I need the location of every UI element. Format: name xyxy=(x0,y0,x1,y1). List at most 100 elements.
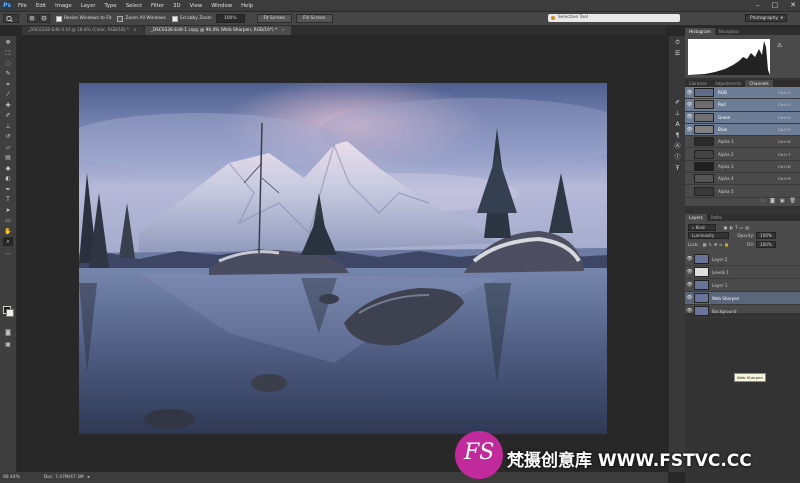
menu-layer[interactable]: Layer xyxy=(81,3,96,9)
channel-row[interactable]: 👁 RGB Ctrl+2 xyxy=(685,87,800,100)
document-tab-active[interactable]: _DSC0336-Edit-1 copy @ 90.4% (Web Sharpe… xyxy=(144,26,291,35)
visibility-eye-icon[interactable]: 👁 xyxy=(685,308,694,314)
brush-tool-icon[interactable]: ✐ xyxy=(3,111,13,120)
blend-mode-select[interactable]: Luminosity xyxy=(688,232,730,239)
menu-type[interactable]: Type xyxy=(105,3,117,9)
paragraph-panel-icon[interactable]: ¶ xyxy=(673,131,683,140)
channel-row[interactable]: Alpha 1 Ctrl+6 xyxy=(685,136,800,149)
lasso-tool-icon[interactable]: ◌ xyxy=(3,59,13,68)
search-tool-field[interactable]: Selective Tool xyxy=(548,14,680,22)
fit-screen-button[interactable]: Fit Screen xyxy=(256,14,293,23)
tool-presets-icon[interactable]: Ŧ xyxy=(673,164,683,173)
visibility-eye-icon[interactable]: 👁 xyxy=(685,90,694,96)
fill-input[interactable]: 100% xyxy=(756,241,776,248)
menu-file[interactable]: File xyxy=(18,3,27,9)
quick-select-tool-icon[interactable]: ✎ xyxy=(3,69,13,78)
clone-stamp-tool-icon[interactable]: ⊥ xyxy=(3,122,13,131)
zoom-level-status[interactable]: 90.44% xyxy=(3,475,20,480)
menu-help[interactable]: Help xyxy=(241,3,253,9)
layer-row[interactable]: 👁 Levels 1 xyxy=(685,266,800,279)
tab-libraries[interactable]: Libraries xyxy=(685,80,711,87)
tool-preset-picker[interactable] xyxy=(3,14,19,23)
info-panel-icon[interactable]: Ⓘ xyxy=(673,153,683,162)
menu-3d[interactable]: 3D xyxy=(173,3,180,9)
tab-histogram[interactable]: Histogram xyxy=(685,28,715,35)
visibility-eye-icon[interactable]: 👁 xyxy=(685,114,694,120)
channel-row[interactable]: Alpha 5 xyxy=(685,185,800,198)
channel-row[interactable]: Alpha 3 Ctrl+8 xyxy=(685,161,800,174)
scrubby-zoom-checkbox[interactable] xyxy=(171,15,178,22)
close-tab-icon[interactable]: × xyxy=(281,28,285,33)
history-panel-icon[interactable]: ⏱ xyxy=(673,38,683,47)
menu-filter[interactable]: Filter xyxy=(151,3,164,9)
zoom-in-button[interactable] xyxy=(27,14,38,23)
more-tools-icon[interactable]: … xyxy=(3,248,13,257)
visibility-eye-icon[interactable]: 👁 xyxy=(685,269,694,275)
layer-filter-icons[interactable]: ▣◐T▭▤ xyxy=(724,225,752,230)
dodge-tool-icon[interactable]: ◐ xyxy=(3,174,13,183)
load-selection-icon[interactable]: ◌ xyxy=(761,198,765,206)
quick-mask-icon[interactable]: ◙ xyxy=(3,328,13,337)
status-menu-arrow-icon[interactable]: ▸ xyxy=(88,475,90,480)
pen-tool-icon[interactable]: ✒ xyxy=(3,185,13,194)
tab-adjustments[interactable]: Adjustments xyxy=(711,80,745,87)
resize-windows-checkbox[interactable] xyxy=(56,15,62,22)
close-tab-icon[interactable]: × xyxy=(133,28,137,33)
layer-filter-select[interactable]: ⌕ Kind xyxy=(688,223,716,231)
layer-row[interactable]: 👁 Web Sharpen xyxy=(685,292,800,305)
maximize-icon[interactable]: □ xyxy=(772,1,779,9)
channel-row[interactable]: Alpha 4 Ctrl+9 xyxy=(685,173,800,186)
new-channel-icon[interactable]: ▣ xyxy=(780,198,785,206)
zoom-out-button[interactable] xyxy=(39,14,50,23)
zoom-all-checkbox[interactable] xyxy=(117,15,124,22)
menu-select[interactable]: Select xyxy=(126,3,142,9)
history-brush-tool-icon[interactable]: ↺ xyxy=(3,132,13,141)
channel-row[interactable]: Alpha 2 Ctrl+7 xyxy=(685,148,800,161)
screen-mode-icon[interactable]: ▣ xyxy=(3,340,13,349)
visibility-eye-icon[interactable]: 👁 xyxy=(685,102,694,108)
delete-channel-icon[interactable]: 🗑 xyxy=(790,198,796,206)
document-tab[interactable]: _DSC0336-Edit-5.tif @ 18.6% (Color, RGB/… xyxy=(22,26,143,35)
layer-row[interactable]: 👁 Background xyxy=(685,305,800,318)
hand-tool-icon[interactable]: ✋ xyxy=(3,227,13,236)
menu-view[interactable]: View xyxy=(190,3,203,9)
brush-panel-icon[interactable]: ✐ xyxy=(673,98,683,107)
eyedropper-tool-icon[interactable]: ⁄ xyxy=(3,90,13,99)
marquee-tool-icon[interactable]: ⬚ xyxy=(3,48,13,57)
tab-layers[interactable]: Layers xyxy=(685,214,707,221)
visibility-eye-icon[interactable]: 👁 xyxy=(685,295,694,301)
lock-icons[interactable]: ▦✎✥⌂🔒 xyxy=(703,242,731,248)
tab-channels[interactable]: Channels xyxy=(745,80,773,87)
type-tool-icon[interactable]: T xyxy=(3,195,13,204)
opacity-input[interactable]: 100% xyxy=(756,232,776,239)
tab-paths[interactable]: Paths xyxy=(707,214,726,221)
document-image[interactable] xyxy=(79,83,607,434)
background-color-swatch[interactable] xyxy=(6,309,14,317)
zoom-percent-field[interactable]: 100% xyxy=(215,14,245,23)
path-select-tool-icon[interactable]: ➤ xyxy=(3,206,13,215)
canvas-area[interactable] xyxy=(17,36,665,471)
visibility-eye-icon[interactable]: 👁 xyxy=(685,282,694,288)
clone-source-icon[interactable]: ⊥ xyxy=(673,109,683,118)
menu-image[interactable]: Image xyxy=(55,3,72,9)
properties-panel-icon[interactable]: ☰ xyxy=(673,49,683,58)
crop-tool-icon[interactable]: ⌗ xyxy=(3,80,13,89)
visibility-eye-icon[interactable]: 👁 xyxy=(685,256,694,262)
menu-window[interactable]: Window xyxy=(211,3,232,9)
close-icon[interactable]: ✕ xyxy=(790,1,796,9)
workspace-select[interactable]: Photography ▾ xyxy=(745,14,787,22)
visibility-eye-icon[interactable]: 👁 xyxy=(685,127,694,133)
gradient-tool-icon[interactable]: ▤ xyxy=(3,153,13,162)
save-selection-icon[interactable]: ◙ xyxy=(770,198,775,206)
glyphs-panel-icon[interactable]: Ⓐ xyxy=(673,142,683,151)
channel-row[interactable]: 👁 Green Ctrl+4 xyxy=(685,111,800,124)
blur-tool-icon[interactable]: ◆ xyxy=(3,164,13,173)
menu-edit[interactable]: Edit xyxy=(36,3,46,9)
layer-row[interactable]: 👁 Layer 2 xyxy=(685,253,800,266)
zoom-tool-button-icon[interactable]: ⌕ xyxy=(3,237,13,246)
channel-row[interactable]: 👁 Red Ctrl+3 xyxy=(685,99,800,112)
eraser-tool-icon[interactable]: ▱ xyxy=(3,143,13,152)
character-panel-icon[interactable]: A xyxy=(673,120,683,129)
tab-navigator[interactable]: Navigator xyxy=(715,28,744,35)
channel-row[interactable]: 👁 Blue Ctrl+5 xyxy=(685,123,800,137)
